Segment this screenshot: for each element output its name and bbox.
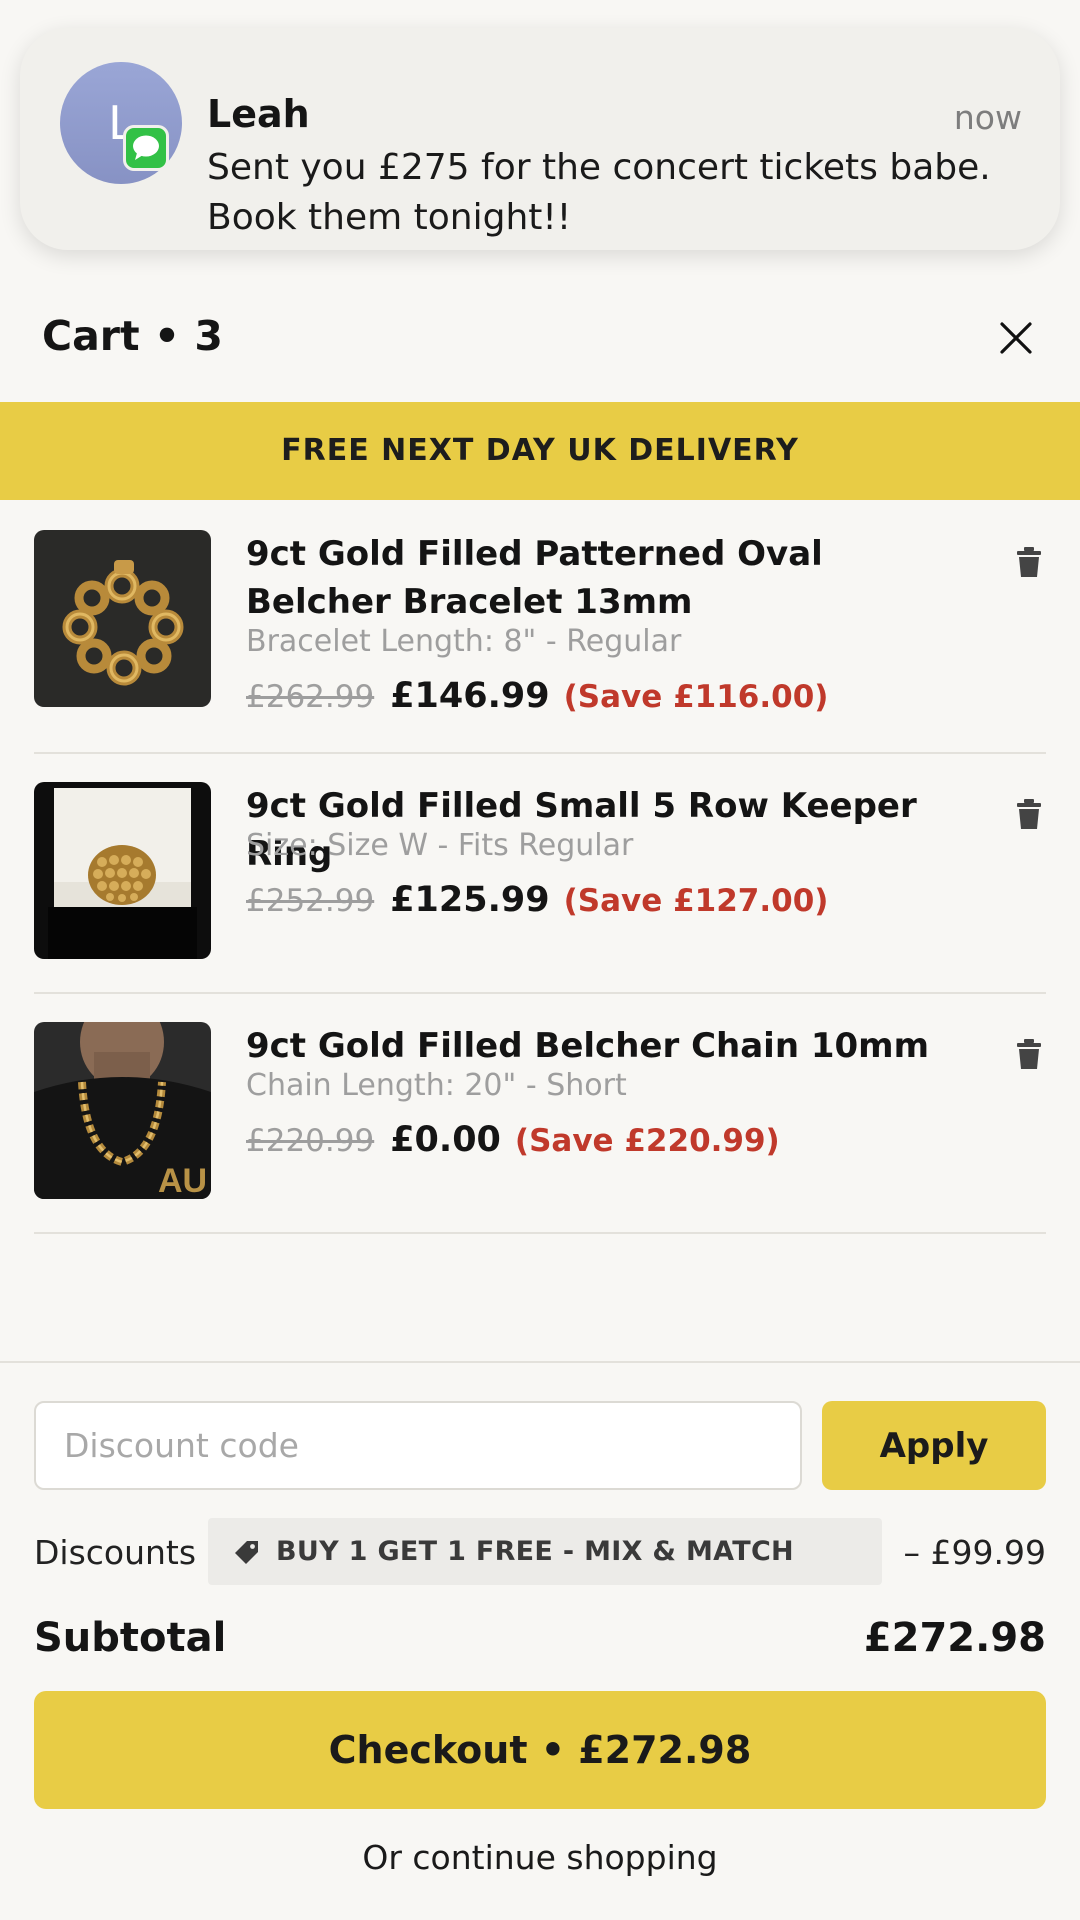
price-row: £252.99 £125.99 (Save £127.00)	[246, 880, 828, 920]
savings-label: (Save £116.00)	[563, 679, 829, 715]
trash-icon[interactable]	[1016, 546, 1042, 578]
continue-shopping-link[interactable]: Or continue shopping	[0, 1838, 1080, 1877]
original-price: £262.99	[246, 679, 375, 715]
product-image-ring[interactable]	[34, 782, 211, 959]
discount-tag-label: BUY 1 GET 1 FREE - MIX & MATCH	[276, 1536, 794, 1567]
product-image-bracelet[interactable]	[34, 530, 211, 707]
product-image-chain[interactable]: AU	[34, 1022, 211, 1199]
sale-price: £146.99	[390, 676, 550, 716]
discount-amount: – £99.99	[903, 1533, 1046, 1572]
checkout-button[interactable]: Checkout • £272.98	[34, 1691, 1046, 1809]
subtotal-value: £272.98	[863, 1615, 1046, 1661]
savings-label: (Save £127.00)	[563, 883, 829, 919]
cart-title: Cart • 3	[42, 312, 223, 360]
apply-button[interactable]: Apply	[822, 1401, 1046, 1490]
notification-message: Sent you £275 for the concert tickets ba…	[207, 147, 991, 238]
notification-sender: Leah	[207, 92, 310, 136]
subtotal-label: Subtotal	[34, 1615, 227, 1661]
delivery-banner: FREE NEXT DAY UK DELIVERY	[0, 402, 1080, 500]
original-price: £252.99	[246, 883, 375, 919]
product-variant: Size: Size W - Fits Regular	[246, 828, 634, 863]
close-icon[interactable]	[998, 320, 1034, 356]
discounts-label: Discounts	[34, 1533, 197, 1572]
product-variant: Bracelet Length: 8" - Regular	[246, 624, 682, 659]
discount-tag: BUY 1 GET 1 FREE - MIX & MATCH	[208, 1518, 882, 1585]
sale-price: £125.99	[390, 880, 550, 920]
original-price: £220.99	[246, 1123, 375, 1159]
trash-icon[interactable]	[1016, 1038, 1042, 1070]
messages-app-icon	[123, 125, 169, 171]
message-notification[interactable]: L Leah now Sent you £275 for the concert…	[20, 28, 1060, 250]
product-name[interactable]: 9ct Gold Filled Patterned Oval Belcher B…	[246, 530, 966, 626]
cart-item: 9ct Gold Filled Patterned Oval Belcher B…	[34, 530, 1046, 754]
cart-item: AU 9ct Gold Filled Belcher Chain 10mm Ch…	[34, 1022, 1046, 1234]
product-variant: Chain Length: 20" - Short	[246, 1068, 627, 1103]
sale-price: £0.00	[390, 1120, 501, 1160]
notification-time: now	[953, 98, 1022, 137]
cart-item: 9ct Gold Filled Small 5 Row Keeper Ring …	[34, 782, 1046, 994]
trash-icon[interactable]	[1016, 798, 1042, 830]
product-name[interactable]: 9ct Gold Filled Belcher Chain 10mm	[246, 1022, 966, 1070]
price-row: £220.99 £0.00 (Save £220.99)	[246, 1120, 780, 1160]
tag-icon	[235, 1540, 258, 1564]
savings-label: (Save £220.99)	[514, 1123, 780, 1159]
shirt-logo: AU	[158, 1162, 207, 1199]
price-row: £262.99 £146.99 (Save £116.00)	[246, 676, 828, 716]
discount-code-input[interactable]	[34, 1401, 802, 1490]
section-divider	[0, 1361, 1080, 1363]
